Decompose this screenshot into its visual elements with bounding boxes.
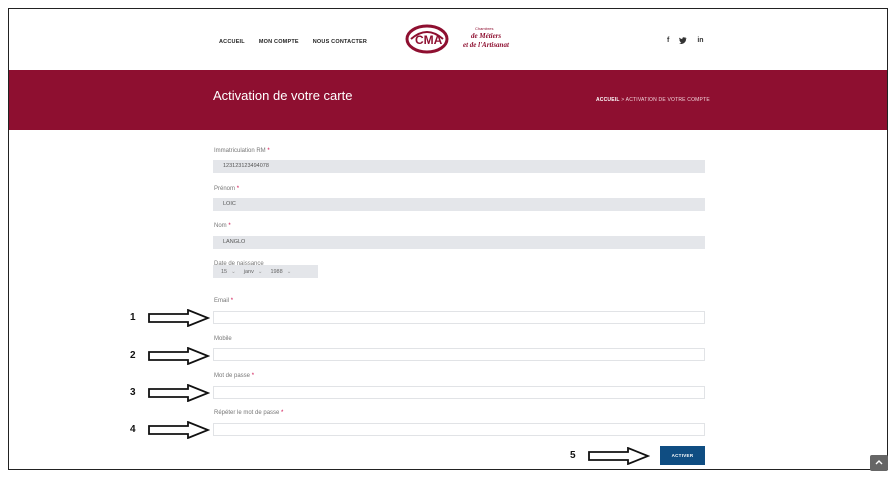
facebook-icon[interactable]: f — [667, 37, 669, 46]
main-nav: ACCUEIL MON COMPTE NOUS CONTACTER — [219, 39, 367, 45]
password-label: Mot de passe * — [214, 373, 255, 379]
linkedin-icon[interactable]: in — [697, 37, 703, 46]
header: ACCUEIL MON COMPTE NOUS CONTACTER CMA Ch… — [9, 9, 887, 70]
immatriculation-label: Immatriculation RM * — [214, 148, 270, 154]
chevron-down-icon: ⌄ — [286, 268, 292, 275]
mobile-label: Mobile — [214, 336, 232, 342]
nav-accueil[interactable]: ACCUEIL — [219, 39, 245, 45]
email-field[interactable] — [213, 311, 705, 324]
annotation-4: 4 — [130, 424, 136, 435]
breadcrumb-home[interactable]: ACCUEIL — [596, 97, 620, 103]
day-select[interactable]: 15 — [221, 269, 227, 275]
arrow-icon — [148, 309, 210, 327]
browser-viewport: ACCUEIL MON COMPTE NOUS CONTACTER CMA Ch… — [8, 8, 888, 470]
arrow-icon — [148, 347, 210, 365]
activer-button[interactable]: ACTIVER — [660, 446, 705, 465]
password-confirm-label: Répéter le mot de passe * — [214, 410, 284, 416]
email-label: Email * — [214, 298, 234, 304]
annotation-1: 1 — [130, 312, 136, 323]
date-of-birth-group: 15 ⌄ janv ⌄ 1988 ⌄ — [213, 265, 318, 278]
logo-line2: de Métiers — [471, 32, 501, 40]
breadcrumb-current: ACTIVATION DE VOTRE COMPTE — [625, 97, 710, 103]
password-confirm-field[interactable] — [213, 423, 705, 436]
prenom-label: Prénom * — [214, 186, 240, 192]
nav-mon-compte[interactable]: MON COMPTE — [259, 39, 299, 45]
annotation-5: 5 — [570, 450, 576, 461]
immatriculation-field: 123123123494078 — [213, 160, 705, 173]
nom-field: LANGLO — [213, 236, 705, 249]
chevron-down-icon: ⌄ — [231, 268, 236, 275]
nav-nous-contacter[interactable]: NOUS CONTACTER — [313, 39, 367, 45]
annotation-2: 2 — [130, 350, 136, 361]
month-select[interactable]: janv — [244, 269, 254, 275]
chevron-up-icon — [875, 460, 883, 465]
logo-mark: CMA — [415, 33, 443, 47]
cma-logo[interactable]: CMA Chambres de Métiers et de l'Artisana… — [405, 23, 525, 55]
password-field[interactable] — [213, 386, 705, 399]
breadcrumb: ACCUEIL > ACTIVATION DE VOTRE COMPTE — [596, 97, 710, 103]
logo-line3: et de l'Artisanat — [463, 41, 510, 49]
social-links: f in — [667, 37, 704, 46]
page-banner: Activation de votre carte ACCUEIL > ACTI… — [9, 70, 887, 130]
annotation-3: 3 — [130, 387, 136, 398]
logo-line1: Chambres — [475, 26, 493, 31]
nom-label: Nom * — [214, 223, 231, 229]
chevron-down-icon: ⌄ — [257, 268, 263, 275]
scroll-to-top-button[interactable] — [870, 455, 888, 471]
twitter-icon[interactable] — [679, 37, 688, 46]
arrow-icon — [588, 447, 650, 465]
mobile-field[interactable] — [213, 348, 705, 361]
arrow-icon — [148, 384, 210, 402]
breadcrumb-separator: > — [621, 97, 625, 103]
year-select[interactable]: 1988 — [270, 269, 282, 275]
arrow-icon — [148, 421, 210, 439]
prenom-field: LOIC — [213, 198, 705, 211]
page-title: Activation de votre carte — [213, 88, 353, 103]
